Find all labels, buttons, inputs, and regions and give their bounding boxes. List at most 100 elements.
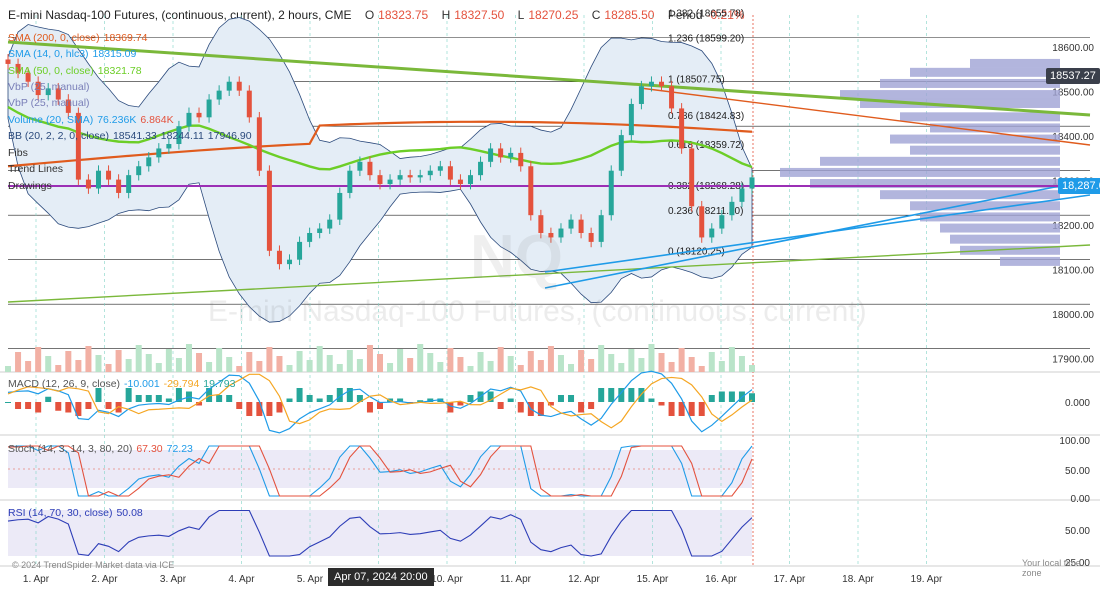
x-tick-label: 16. Apr — [705, 574, 737, 585]
candle-body — [367, 161, 373, 176]
watermark: E-mini Nasdaq-100 Futures, (continuous, … — [208, 295, 867, 328]
legend-macd[interactable]: MACD (12, 26, 9, close) -10.001 -29.794 19.… — [8, 378, 239, 390]
legend-fibs[interactable]: Fibs — [8, 147, 32, 159]
macd-histogram-bar — [306, 395, 313, 402]
legend-volume[interactable]: Volume (20, SMA) 76.236K 6.864K — [8, 114, 178, 126]
legend-sma200[interactable]: SMA (200, 0, close) 18369.74 — [8, 32, 151, 44]
y-tick-label: 17900.00 — [1052, 355, 1094, 366]
macd-histogram-bar — [628, 388, 635, 402]
candle-body — [628, 103, 634, 136]
volume-bar — [216, 348, 223, 372]
volume-bar — [206, 362, 213, 372]
y-tick-label: 18100.00 — [1052, 266, 1094, 277]
macd-histogram-bar — [507, 398, 514, 402]
timezone-label[interactable]: Your local time zone — [1022, 558, 1100, 578]
stoch-level-label: 0.00 — [1071, 494, 1091, 505]
candle-body — [699, 206, 705, 238]
macd-histogram-bar — [95, 388, 102, 402]
volume-bar — [658, 353, 665, 372]
legend-vbp-1[interactable]: VbP (25, manual) — [8, 81, 94, 93]
volume-bar — [648, 344, 655, 372]
candle-body — [85, 179, 91, 189]
macd-histogram-bar — [728, 391, 735, 402]
candle-body — [518, 152, 524, 167]
macd-histogram-bar — [708, 395, 715, 402]
candle-body — [357, 161, 363, 171]
volume-bar — [638, 358, 645, 372]
volume-bar — [417, 344, 424, 372]
candle-body — [588, 232, 594, 242]
legend-rsi[interactable]: RSI (14, 70, 30, close) 50.08 — [8, 507, 147, 519]
watermark-symbol: NQ — [470, 223, 563, 292]
candle-body — [498, 148, 504, 158]
candle-body — [136, 166, 142, 176]
macd-histogram-bar — [5, 402, 11, 403]
x-tick-label: 5. Apr — [297, 574, 324, 585]
legend-stoch[interactable]: Stoch (14, 3, 14, 3, 80, 20) 67.30 72.23 — [8, 443, 197, 455]
crosshair-date: Apr 07, 2024 20:00 — [328, 568, 434, 586]
volume-bar — [557, 355, 564, 372]
candle-body — [347, 170, 353, 193]
macd-histogram-bar — [316, 398, 323, 402]
volume-bar — [95, 355, 102, 372]
volume-bar — [628, 349, 635, 372]
volume-bar — [517, 365, 524, 372]
candle-body — [638, 86, 644, 104]
stoch-level-label: 100.00 — [1059, 436, 1090, 447]
volume-bar — [226, 357, 233, 372]
macd-histogram-bar — [366, 402, 373, 413]
candle-body — [397, 175, 403, 180]
macd-histogram-bar — [145, 395, 152, 402]
legend-vbp-2[interactable]: VbP (25, manual) — [8, 97, 94, 109]
volume-bar — [397, 349, 404, 372]
x-tick-label: 3. Apr — [160, 574, 187, 585]
candle-body — [669, 86, 675, 109]
macd-histogram-bar — [55, 402, 62, 411]
vbp-bar — [910, 67, 1060, 77]
legend-trend-lines[interactable]: Trend Lines — [8, 163, 67, 175]
candle-body — [126, 175, 132, 193]
fib-label: 1.382 (18655.78) — [668, 8, 744, 19]
volume-bar — [588, 359, 595, 372]
candle-body — [236, 81, 242, 91]
volume-bar — [135, 345, 142, 372]
x-tick-label: 12. Apr — [568, 574, 600, 585]
volume-bar — [256, 361, 263, 372]
volume-bar — [306, 360, 313, 372]
candle-body — [508, 152, 514, 158]
candle-body — [307, 232, 313, 242]
volume-bar — [497, 347, 504, 372]
volume-bar — [246, 352, 253, 372]
candle-body — [417, 175, 423, 178]
candle-body — [719, 215, 725, 229]
candle-body — [106, 170, 112, 180]
volume-bar — [236, 366, 243, 372]
legend-drawings[interactable]: Drawings — [8, 180, 56, 192]
candle-body — [457, 179, 463, 185]
volume-bar — [547, 346, 554, 372]
legend-sma14[interactable]: SMA (14, 0, hlc3) 18315.09 — [8, 48, 140, 60]
candle-body — [226, 81, 232, 91]
candle-body — [287, 259, 293, 265]
volume-bar — [326, 355, 333, 372]
volume-bar — [175, 358, 182, 372]
volume-bar — [276, 356, 283, 372]
volume-bar — [366, 345, 373, 372]
macd-histogram-bar — [165, 398, 172, 402]
x-tick-label: 10. Apr — [431, 574, 463, 585]
vbp-bar — [880, 78, 1060, 88]
macd-histogram-bar — [266, 402, 273, 416]
candle-body — [297, 241, 303, 260]
volume-bar — [447, 348, 454, 372]
volume-bar — [678, 348, 685, 372]
macd-histogram-bar — [45, 396, 52, 402]
y-tick-label: 18000.00 — [1052, 310, 1094, 321]
volume-bar — [286, 365, 293, 372]
legend-sma50[interactable]: SMA (50, 0, close) 18321.78 — [8, 65, 146, 77]
volume-bar — [578, 350, 585, 372]
fib-label: 1.236 (18599.20) — [668, 34, 744, 45]
legend-bb[interactable]: BB (20, 2, 2, 0, close) 18541.33 18244.11 1… — [8, 130, 256, 142]
candle-body — [528, 166, 534, 216]
volume-bar — [336, 364, 343, 372]
volume-bar — [75, 360, 82, 372]
